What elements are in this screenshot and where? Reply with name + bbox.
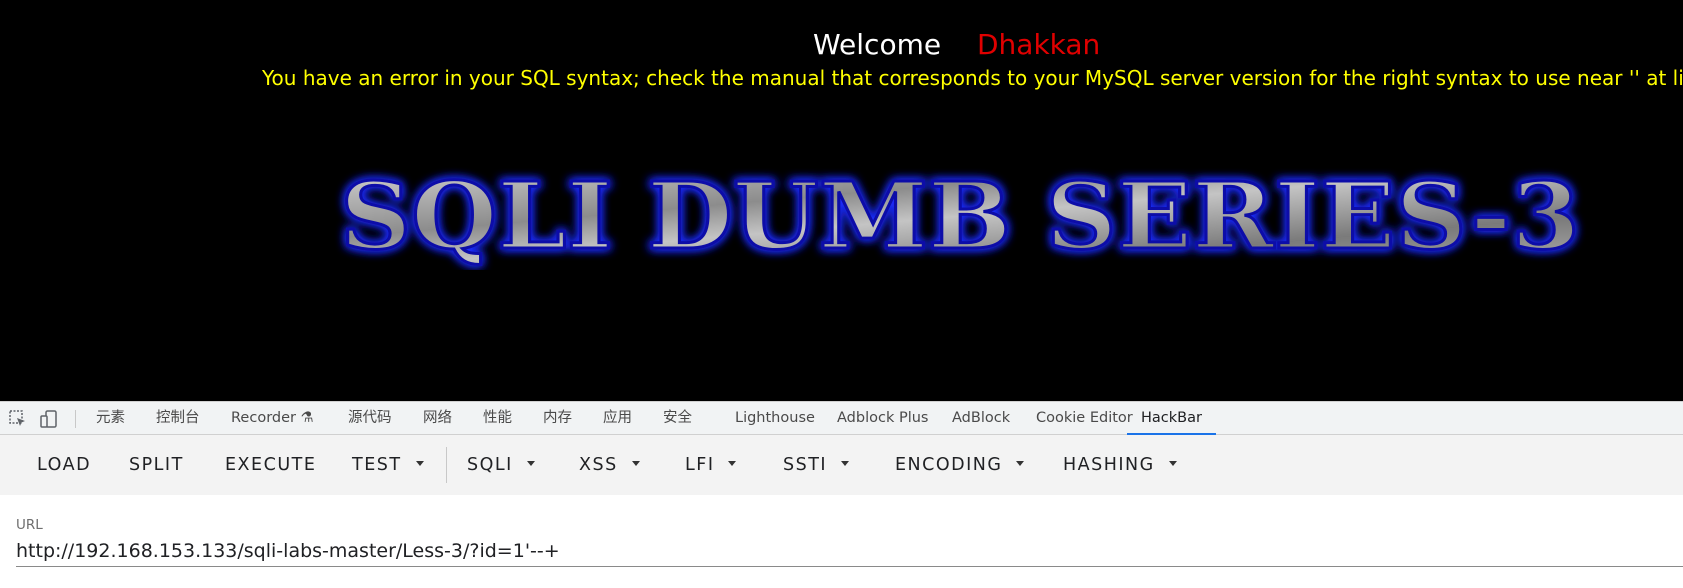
xss-dropdown[interactable]: XSS (579, 435, 640, 495)
tab-sources[interactable]: 源代码 (348, 402, 392, 435)
chevron-down-icon (728, 460, 737, 466)
execute-button-label: EXECUTE (225, 455, 317, 475)
url-panel: URL (0, 495, 1683, 588)
ssti-dropdown-label: SSTI (783, 455, 828, 475)
tab-application[interactable]: 应用 (603, 402, 632, 435)
lfi-dropdown-label: LFI (685, 455, 715, 475)
tab-elements[interactable]: 元素 (96, 402, 125, 435)
tab-network[interactable]: 网络 (423, 402, 452, 435)
hashing-dropdown-label: HASHING (1063, 455, 1155, 475)
tab-recorder[interactable]: Recorder ⚗ (231, 402, 314, 435)
device-toolbar-icon[interactable] (39, 409, 59, 429)
tab-performance[interactable]: 性能 (483, 402, 512, 435)
tab-lighthouse[interactable]: Lighthouse (735, 402, 815, 435)
chevron-down-icon (631, 460, 640, 466)
url-label: URL (16, 517, 43, 533)
chevron-down-icon (1016, 460, 1025, 466)
tab-cookie-editor[interactable]: Cookie Editor (1036, 402, 1133, 435)
devtools-tab-bar: 元素 控制台 Recorder ⚗ 源代码 网络 性能 内存 应用 安全 Lig… (0, 401, 1683, 435)
execute-button[interactable]: EXECUTE (225, 435, 316, 495)
toolbar-separator (446, 447, 447, 483)
load-button-label: LOAD (37, 455, 92, 475)
sql-error-message: You have an error in your SQL syntax; ch… (262, 66, 1683, 90)
lfi-dropdown[interactable]: LFI (685, 435, 737, 495)
tab-hackbar[interactable]: HackBar (1127, 402, 1216, 435)
welcome-text: Welcome (813, 28, 942, 61)
page-viewport: Welcome Dhakkan You have an error in you… (0, 0, 1683, 401)
hackbar-toolbar: LOAD SPLIT EXECUTE TEST SQLI XSS LFI SST… (0, 435, 1683, 495)
inspect-element-icon[interactable] (8, 409, 28, 429)
banner-title: SQLI DUMB SERIES-3 (340, 162, 1580, 270)
ssti-dropdown[interactable]: SSTI (783, 435, 850, 495)
tab-security[interactable]: 安全 (663, 402, 692, 435)
tab-memory[interactable]: 内存 (543, 402, 572, 435)
sqli-dropdown-label: SQLI (467, 455, 513, 475)
tab-adblock-plus[interactable]: Adblock Plus (837, 402, 928, 435)
tab-adblock[interactable]: AdBlock (952, 402, 1010, 435)
encoding-dropdown[interactable]: ENCODING (895, 435, 1025, 495)
tab-console[interactable]: 控制台 (156, 402, 200, 435)
chevron-down-icon (841, 460, 850, 466)
chevron-down-icon (415, 460, 424, 466)
test-dropdown[interactable]: TEST (352, 435, 424, 495)
hashing-dropdown[interactable]: HASHING (1063, 435, 1177, 495)
url-input[interactable] (16, 535, 1683, 567)
encoding-dropdown-label: ENCODING (895, 455, 1003, 475)
chevron-down-icon (526, 460, 535, 466)
chevron-down-icon (1168, 460, 1177, 466)
test-dropdown-label: TEST (352, 455, 402, 475)
load-button[interactable]: LOAD (37, 435, 91, 495)
user-name: Dhakkan (977, 28, 1101, 61)
split-button-label: SPLIT (129, 455, 184, 475)
split-button[interactable]: SPLIT (129, 435, 184, 495)
sqli-dropdown[interactable]: SQLI (467, 435, 535, 495)
toolbar-separator (75, 410, 76, 428)
sqli-dumb-series-banner: SQLI DUMB SERIES-3 (339, 161, 1582, 271)
xss-dropdown-label: XSS (579, 455, 618, 475)
welcome-line: Welcome Dhakkan (0, 28, 1683, 64)
